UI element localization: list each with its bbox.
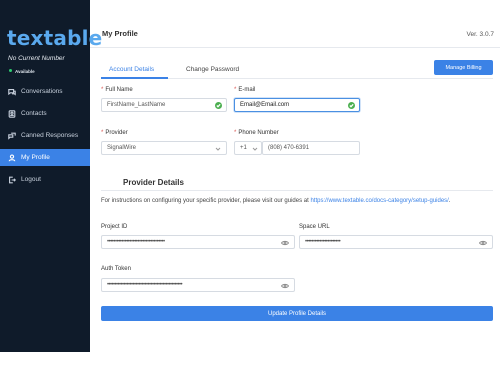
eye-icon[interactable] [478,240,488,246]
space-url-input[interactable]: •••••••••••••••••••••• [299,235,493,249]
user-icon [8,153,16,161]
sidebar-item-my-profile[interactable]: My Profile [0,149,90,166]
project-id-label: Project ID [101,224,128,230]
auth-token-input[interactable]: ••••••••••••••••••••••••••••••••••••••••… [101,278,295,292]
eye-icon[interactable] [280,240,290,246]
contacts-icon [8,109,16,118]
current-number: No Current Number [8,55,65,62]
sidebar-item-label: My Profile [21,154,50,161]
sidebar-item-label: Logout [21,176,41,183]
sidebar-item-label: Contacts [21,110,47,117]
page-title: My Profile [102,29,138,38]
availability-label: Available [15,69,35,74]
chat-bubbles-icon [8,88,16,96]
chevron-down-icon [252,146,258,152]
sidebar-item-contacts[interactable]: Contacts [0,105,90,122]
sidebar-item-label: Canned Responses [21,132,79,139]
phone-number-input[interactable]: (808) 470-6391 [262,141,360,155]
full-name-input[interactable]: FirstName_LastName [101,98,227,112]
app-logo: textable [7,26,103,50]
canned-responses-icon [8,132,16,140]
email-input[interactable]: Email@Email.com [234,98,360,112]
page-header: My Profile Ver. 3.0.7 [90,0,500,48]
tab-account-details[interactable]: Account Details [109,66,154,73]
availability-status[interactable]: Available [9,69,35,74]
country-code-select[interactable]: +1 [234,141,262,155]
valid-check-icon [215,102,222,109]
status-dot-icon [9,69,12,72]
update-profile-button[interactable]: Update Profile Details [101,306,493,321]
phone-number-label: * Phone Number [234,130,279,136]
manage-billing-button[interactable]: Manage Billing [434,60,493,75]
tab-change-password[interactable]: Change Password [186,66,239,73]
provider-select[interactable]: SignalWire [101,141,227,155]
provider-label: * Provider [101,130,128,136]
sidebar-item-conversations[interactable]: Conversations [0,83,90,100]
active-tab-indicator [101,77,168,79]
auth-token-label: Auth Token [101,266,131,272]
sidebar: textable No Current Number Available Con… [0,0,102,352]
provider-instructions: For instructions on configuring your spe… [101,198,451,204]
email-label: * E-mail [234,87,256,93]
space-url-label: Space URL [299,224,330,230]
logout-icon [9,176,16,183]
sidebar-item-label: Conversations [21,88,63,95]
provider-details-heading: Provider Details [123,178,184,187]
chevron-down-icon [215,146,221,152]
project-id-input[interactable]: •••••••••••••••••••••••••••••••••••• [101,235,295,249]
sidebar-item-logout[interactable]: Logout [0,171,90,188]
valid-check-icon [348,102,355,109]
version-label: Ver. 3.0.7 [466,31,494,38]
full-name-label: * Full Name [101,87,133,93]
section-divider [101,190,493,191]
setup-guides-link[interactable]: https://www.textable.co/docs-category/se… [310,198,448,204]
sidebar-item-canned-responses[interactable]: Canned Responses [0,127,90,144]
eye-icon[interactable] [280,283,290,289]
